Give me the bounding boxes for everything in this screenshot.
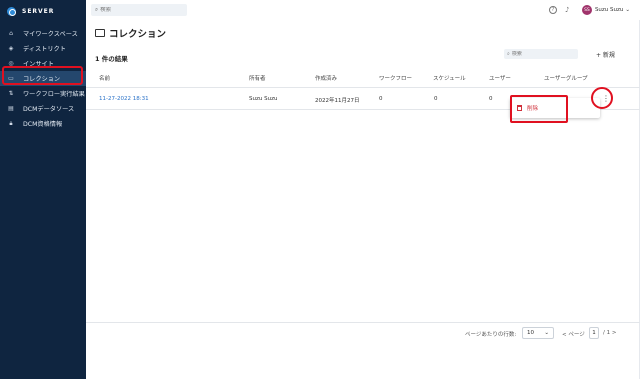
sidebar-item-label: DCM資格情報 (23, 121, 63, 128)
sidebar-item-dcm-credentials[interactable]: 🔒︎ DCM資格情報 (0, 116, 86, 131)
search-icon: ⌕ (95, 6, 99, 13)
schedules-cell: 0 (434, 96, 438, 102)
avatar[interactable]: SS (581, 5, 592, 15)
topbar: ⌕ ? ♪ SS Suzu Suzu ⌄ (86, 0, 640, 20)
topbar-actions: ? ♪ SS Suzu Suzu ⌄ (548, 5, 630, 15)
brand[interactable]: SERVER (0, 0, 86, 22)
sidebar-item-label: DCMデータソース (23, 106, 75, 113)
chevron-down-icon: ⌄ (544, 330, 549, 336)
sidebar-item-workspace[interactable]: ⌂ マイワークスペース (0, 26, 86, 41)
per-page-value: 10 (527, 330, 534, 336)
column-header-user-groups[interactable]: ユーザーグループ (544, 74, 588, 82)
page-suffix[interactable]: / 1 > (603, 330, 616, 336)
new-button[interactable]: + 新規 (596, 50, 615, 59)
home-icon: ⌂ (9, 30, 13, 37)
workflow-icon: ⇅ (8, 90, 14, 97)
sidebar-item-label: ディストリクト (23, 46, 66, 53)
user-name[interactable]: Suzu Suzu (595, 7, 623, 13)
per-page-select[interactable]: 10 ⌄ (522, 327, 554, 339)
column-header-owner[interactable]: 所有者 (249, 74, 266, 82)
users-cell: 0 (489, 96, 493, 102)
highlight-circle-kebab (591, 87, 613, 109)
page-title: コレクション (109, 29, 167, 40)
collection-name-link[interactable]: 11-27-2022 18:31 (99, 96, 149, 102)
table-header: 名前 所有者 作成済み ワークフロー スケジュール ユーザー ユーザーグループ (86, 72, 640, 88)
result-count: 1 件の結果 (95, 55, 128, 63)
collection-search[interactable]: ⌕ (504, 49, 578, 59)
column-header-name[interactable]: 名前 (99, 74, 110, 82)
sidebar-item-label: マイワークスペース (23, 31, 78, 38)
layers-icon: ◈ (8, 45, 14, 52)
logo-icon (7, 6, 16, 16)
page-header: コレクション (95, 26, 166, 40)
global-search[interactable]: ⌕ (91, 4, 187, 16)
column-header-schedules[interactable]: スケジュール (433, 74, 466, 82)
sidebar-item-dcm-datasource[interactable]: ▤ DCMデータソース (0, 101, 86, 116)
search-input[interactable] (100, 7, 181, 13)
brand-name: SERVER (22, 7, 55, 15)
sidebar: SERVER ⌂ マイワークスペース ◈ ディストリクト ◎ インサイト ▭ コ… (0, 0, 86, 379)
sidebar-item-district[interactable]: ◈ ディストリクト (0, 41, 86, 56)
column-header-workflows[interactable]: ワークフロー (379, 74, 412, 82)
created-cell: 2022年11月27日 (315, 98, 360, 104)
highlight-box-menu (510, 95, 568, 123)
lock-icon: 🔒︎ (9, 119, 13, 127)
current-page-input[interactable]: 1 (589, 327, 599, 339)
folder-icon (95, 29, 105, 37)
workflows-cell: 0 (379, 96, 383, 102)
per-page-label: ページあたりの行数: (465, 332, 517, 338)
chevron-down-icon[interactable]: ⌄ (625, 7, 630, 13)
page-prefix[interactable]: < ページ (562, 330, 585, 338)
bell-icon[interactable]: ♪ (565, 6, 573, 14)
highlight-box-nav (2, 66, 83, 85)
sidebar-item-label: ワークフロー実行結果 (23, 91, 85, 98)
divider (86, 322, 640, 323)
help-icon[interactable]: ? (548, 6, 557, 14)
owner-cell: Suzu Suzu (249, 96, 278, 102)
column-header-created[interactable]: 作成済み (315, 74, 337, 82)
main-content: コレクション 1 件の結果 ⌕ + 新規 名前 所有者 作成済み ワークフロー … (86, 20, 640, 379)
sidebar-item-workflow-results[interactable]: ⇅ ワークフロー実行結果 (0, 86, 86, 101)
database-icon: ▤ (8, 105, 14, 112)
collection-search-input[interactable] (511, 51, 572, 57)
search-icon: ⌕ (507, 51, 510, 57)
column-header-users[interactable]: ユーザー (489, 74, 511, 82)
